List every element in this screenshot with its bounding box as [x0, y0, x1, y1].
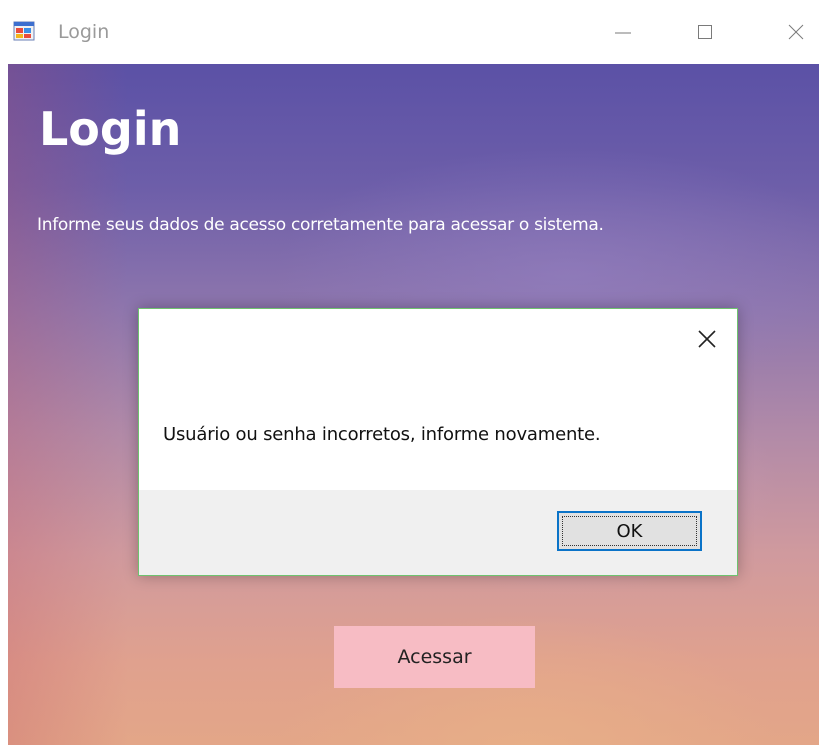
maximize-icon [698, 25, 712, 39]
dialog-button-bar: OK [139, 490, 737, 575]
error-message: Usuário ou senha incorretos, informe nov… [163, 424, 601, 445]
window-title: Login [58, 21, 110, 43]
close-icon [788, 24, 804, 40]
page-title: Login [39, 102, 182, 156]
close-button[interactable] [773, 12, 819, 52]
close-icon [698, 330, 716, 348]
login-window: Login Login Informe seus dados de acesso… [0, 0, 819, 745]
ok-button[interactable]: OK [557, 511, 702, 551]
access-button[interactable]: Acessar [334, 626, 535, 688]
app-icon [13, 20, 35, 42]
dialog-close-button[interactable] [693, 325, 721, 353]
ok-button-label: OK [616, 520, 643, 542]
title-bar[interactable]: Login [0, 0, 819, 64]
maximize-button[interactable] [682, 12, 728, 52]
message-box-dialog: Usuário ou senha incorretos, informe nov… [138, 308, 738, 576]
minimize-button[interactable] [600, 12, 646, 52]
instructions-text: Informe seus dados de acesso corretament… [37, 215, 604, 235]
minimize-icon [615, 32, 631, 34]
